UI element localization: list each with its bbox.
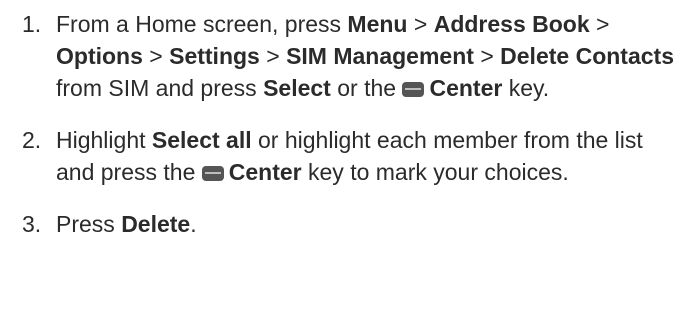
text-run: > bbox=[259, 43, 287, 69]
text-run: > bbox=[473, 43, 501, 69]
bold-term: Center bbox=[228, 159, 302, 185]
text-run: key. bbox=[502, 75, 550, 101]
bold-term: Address Book bbox=[433, 11, 590, 37]
bold-term: Select all bbox=[151, 127, 252, 153]
text-run: > bbox=[589, 11, 610, 37]
text-run: key to mark your choices. bbox=[301, 159, 569, 185]
bold-term: Options bbox=[56, 43, 143, 69]
step-text: Press Delete. bbox=[56, 208, 682, 240]
bold-term: Delete bbox=[121, 211, 191, 237]
step-3: 3. Press Delete. bbox=[22, 208, 682, 240]
text-run: > bbox=[142, 43, 170, 69]
step-text: From a Home screen, press Menu > Address… bbox=[56, 8, 682, 104]
step-number: 2. bbox=[22, 127, 42, 153]
step-2: 2. Highlight Select all or highlight eac… bbox=[22, 124, 682, 188]
text-run: Press bbox=[56, 211, 122, 237]
center-key-icon bbox=[201, 166, 224, 181]
step-number: 1. bbox=[22, 11, 42, 37]
bold-term: Settings bbox=[169, 43, 260, 69]
text-run: . bbox=[190, 211, 197, 237]
step-text: Highlight Select all or highlight each m… bbox=[56, 124, 682, 188]
text-run: from SIM and press bbox=[56, 75, 264, 101]
bold-term: Menu bbox=[347, 11, 408, 37]
instruction-steps: 1. From a Home screen, press Menu > Addr… bbox=[22, 8, 682, 240]
step-number: 3. bbox=[22, 211, 42, 237]
bold-term: SIM Management bbox=[286, 43, 474, 69]
bold-term: Delete Contacts bbox=[500, 43, 674, 69]
bold-term: Select bbox=[263, 75, 331, 101]
step-1: 1. From a Home screen, press Menu > Addr… bbox=[22, 8, 682, 104]
text-run: From a Home screen, press bbox=[56, 11, 348, 37]
bold-term: Center bbox=[429, 75, 503, 101]
text-run: Highlight bbox=[56, 127, 152, 153]
center-key-icon bbox=[402, 82, 425, 97]
text-run: or the bbox=[330, 75, 403, 101]
text-run: > bbox=[407, 11, 434, 37]
